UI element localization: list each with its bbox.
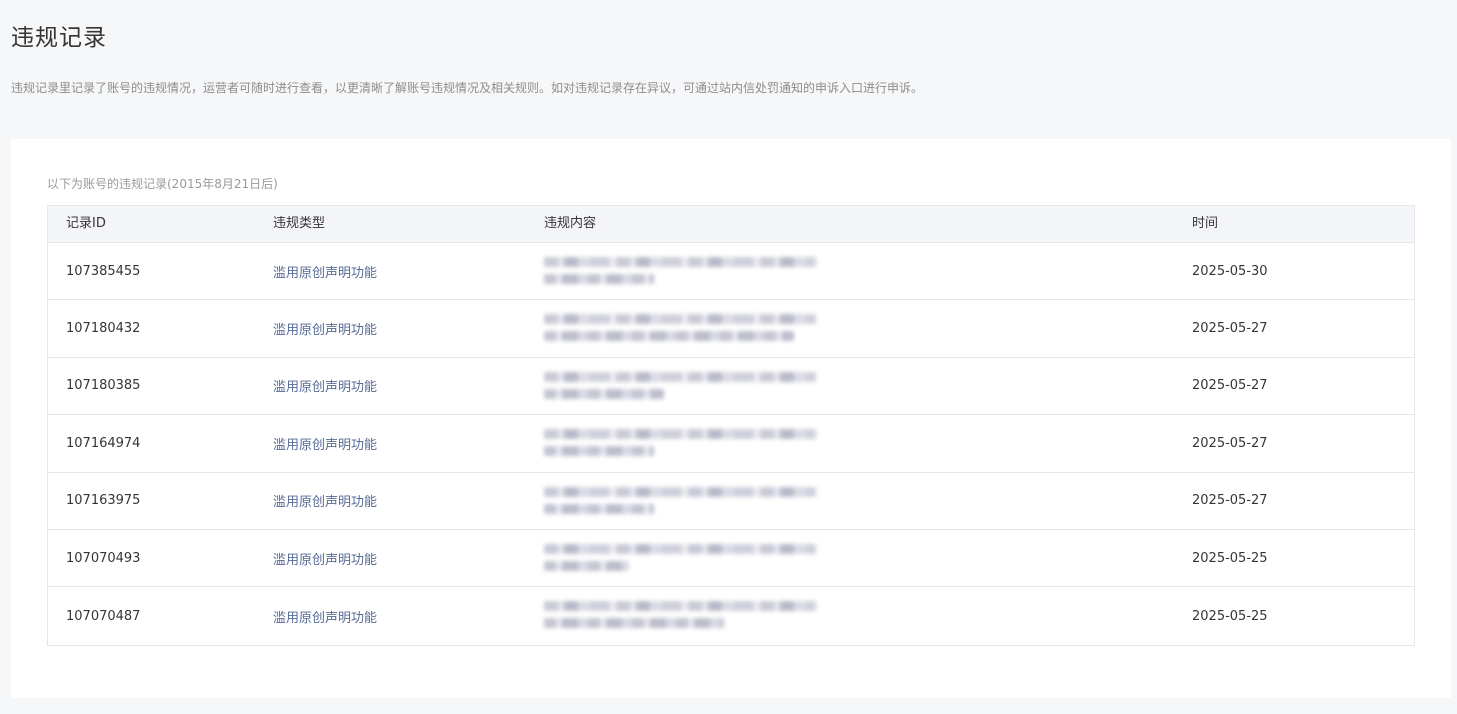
record-id: 107180385: [66, 378, 141, 394]
table-header: 记录ID 违规类型 违规内容 时间: [48, 206, 1414, 243]
page-title: 违规记录: [11, 25, 107, 51]
table-row: 107070487 滥用原创声明功能 2025-05-25: [48, 587, 1414, 644]
record-id: 107070487: [66, 608, 141, 624]
record-id: 107180432: [66, 321, 141, 337]
table-row: 107163975 滥用原创声明功能 2025-05-27: [48, 473, 1414, 530]
record-id: 107070493: [66, 550, 141, 566]
record-time: 2025-05-27: [1192, 378, 1268, 394]
violation-records-table: 记录ID 违规类型 违规内容 时间 107385455 滥用原创声明功能 202…: [47, 205, 1415, 646]
table-row: 107385455 滥用原创声明功能 2025-05-30: [48, 243, 1414, 301]
record-id: 107385455: [66, 263, 141, 279]
page-description: 违规记录里记录了账号的违规情况，运营者可随时进行查看，以更清晰了解账号违规情况及…: [11, 81, 924, 95]
violation-type-link[interactable]: 滥用原创声明功能: [273, 243, 377, 299]
violation-type-link[interactable]: 滥用原创声明功能: [273, 415, 377, 471]
header-record-id: 记录ID: [66, 216, 106, 231]
header-time: 时间: [1192, 216, 1219, 231]
blurred-content: [544, 479, 816, 523]
table-row: 107070493 滥用原创声明功能 2025-05-25: [48, 530, 1414, 588]
blurred-content: [544, 249, 816, 293]
record-time: 2025-05-27: [1192, 321, 1268, 337]
header-violation-type: 违规类型: [273, 216, 326, 231]
blurred-content: [544, 536, 816, 580]
violation-type-link[interactable]: 滥用原创声明功能: [273, 473, 377, 529]
record-time: 2025-05-30: [1192, 263, 1268, 279]
table-row: 107180432 滥用原创声明功能 2025-05-27: [48, 300, 1414, 358]
record-id: 107163975: [66, 493, 141, 509]
violation-type-link[interactable]: 滥用原创声明功能: [273, 587, 377, 644]
table-row: 107180385 滥用原创声明功能 2025-05-27: [48, 358, 1414, 416]
record-time: 2025-05-25: [1192, 550, 1268, 566]
record-time: 2025-05-25: [1192, 608, 1268, 624]
violation-type-link[interactable]: 滥用原创声明功能: [273, 358, 377, 414]
table-row: 107164974 滥用原创声明功能 2025-05-27: [48, 415, 1414, 473]
blurred-content: [544, 421, 816, 465]
blurred-content: [544, 306, 816, 350]
blurred-content: [544, 593, 816, 637]
records-card: 以下为账号的违规记录(2015年8月21日后) 记录ID 违规类型 违规内容 时…: [11, 139, 1451, 698]
table-caption: 以下为账号的违规记录(2015年8月21日后): [47, 177, 278, 191]
blurred-content: [544, 364, 816, 408]
violation-type-link[interactable]: 滥用原创声明功能: [273, 530, 377, 586]
violation-type-link[interactable]: 滥用原创声明功能: [273, 300, 377, 356]
record-time: 2025-05-27: [1192, 493, 1268, 509]
record-time: 2025-05-27: [1192, 435, 1268, 451]
header-violation-content: 违规内容: [544, 216, 597, 231]
record-id: 107164974: [66, 435, 141, 451]
